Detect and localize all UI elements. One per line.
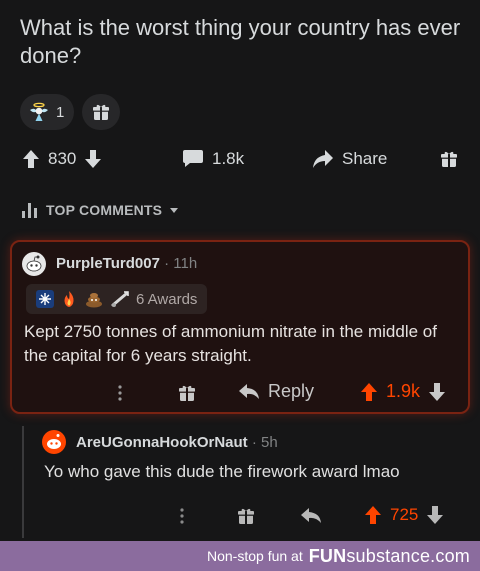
- post-score: 830: [48, 149, 77, 168]
- comment-author-line: PurpleTurd007 · 11h: [56, 255, 198, 272]
- comment-body: Yo who gave this dude the firework award…: [44, 462, 400, 481]
- comment-author-line: AreUGonnaHookOrNaut · 5h: [76, 434, 278, 451]
- comment-action-bar: Reply 1.9k: [12, 378, 468, 408]
- snowflake-award-icon: [36, 290, 54, 308]
- awards-count-label: 6 Awards: [136, 290, 198, 308]
- brand-logo[interactable]: FUNsubstance.com: [309, 546, 470, 567]
- gift-icon[interactable]: [178, 384, 196, 402]
- comments-button[interactable]: 1.8k: [182, 149, 244, 169]
- comment-body: Kept 2750 tonnes of ammonium nitrate in …: [24, 322, 437, 365]
- comment-vote-group: 1.9k: [360, 381, 446, 402]
- footer-tagline: Non-stop fun at: [207, 548, 303, 564]
- more-icon[interactable]: [117, 384, 123, 402]
- comment-action-bar: 725: [0, 502, 480, 530]
- gift-icon[interactable]: [440, 150, 458, 168]
- upvote-icon[interactable]: [364, 505, 382, 525]
- gift-icon: [93, 104, 109, 120]
- firework-award-icon: [111, 291, 129, 307]
- downvote-icon[interactable]: [426, 505, 444, 525]
- sort-label: TOP COMMENTS: [46, 202, 163, 218]
- post-action-bar: 830 1.8k Share: [0, 142, 480, 176]
- reply-icon: [239, 383, 259, 399]
- comment-count: 1.8k: [212, 149, 245, 168]
- fire-award-icon: [64, 291, 74, 307]
- reply-icon[interactable]: [300, 507, 322, 525]
- more-icon[interactable]: [179, 507, 185, 525]
- sort-icon: [22, 203, 37, 218]
- comment-username[interactable]: PurpleTurd007: [56, 255, 160, 272]
- snoo-avatar-icon: [47, 434, 61, 449]
- reply-label: Reply: [268, 381, 315, 401]
- post-title: What is the worst thing your country has…: [20, 15, 461, 68]
- highlighted-comment: PurpleTurd007 · 11h 6 Awards Kept 2750 t…: [10, 240, 470, 414]
- downvote-icon[interactable]: [84, 149, 102, 169]
- avatar[interactable]: [42, 430, 66, 454]
- share-button[interactable]: Share: [312, 149, 387, 169]
- upvote-icon[interactable]: [22, 149, 40, 169]
- avatar[interactable]: [22, 252, 46, 276]
- share-label: Share: [342, 149, 388, 168]
- comment-score: 1.9k: [386, 381, 421, 401]
- comment-age: 5h: [261, 434, 278, 451]
- comment-score: 725: [390, 505, 419, 524]
- give-award-button[interactable]: [82, 94, 120, 130]
- post-vote-group: 830: [22, 149, 102, 169]
- upvote-icon[interactable]: [360, 382, 378, 402]
- comment-sort-selector[interactable]: TOP COMMENTS: [20, 200, 180, 220]
- post-award-count: 1: [56, 103, 65, 121]
- comment-age: 11h: [173, 255, 198, 272]
- poop-award-icon: [86, 293, 102, 308]
- comment-username[interactable]: AreUGonnaHookOrNaut: [76, 434, 248, 451]
- comment-vote-group: 725: [364, 505, 444, 525]
- comment-awards[interactable]: 6 Awards: [26, 284, 208, 314]
- post-awards-pill[interactable]: 1: [20, 94, 75, 130]
- share-icon: [313, 150, 333, 168]
- reply-button[interactable]: Reply: [238, 381, 314, 402]
- downvote-icon[interactable]: [428, 382, 446, 402]
- watermark-footer: Non-stop fun at FUNsubstance.com: [0, 541, 480, 571]
- chevron-down-icon: [170, 208, 179, 213]
- gift-icon[interactable]: [237, 507, 255, 525]
- snoo-avatar-icon: [26, 255, 42, 272]
- angel-award-icon: [30, 102, 48, 121]
- comment-icon: [183, 150, 203, 167]
